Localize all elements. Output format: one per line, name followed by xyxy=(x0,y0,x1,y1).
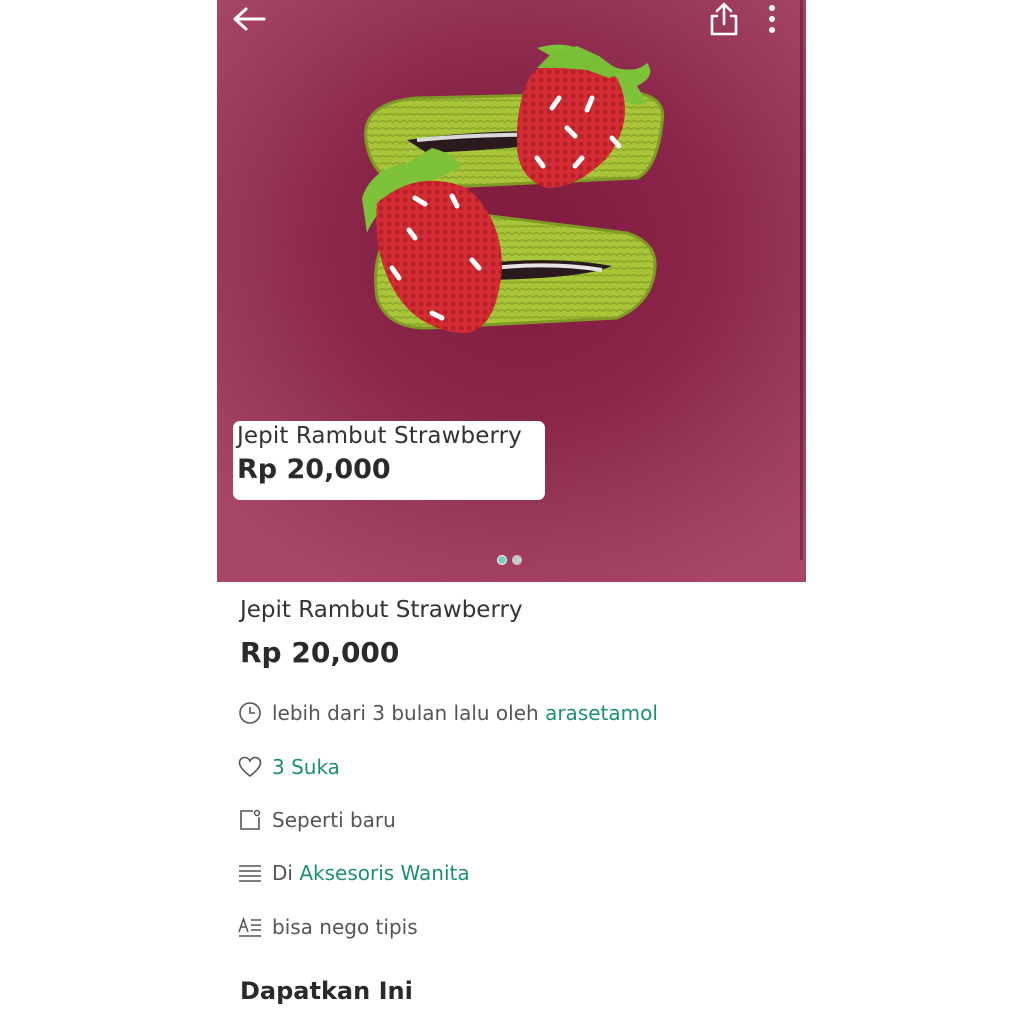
carousel-dot-active[interactable] xyxy=(497,555,507,565)
image-price: Rp 20,000 xyxy=(237,454,391,485)
note-row: bisa nego tipis xyxy=(237,914,418,940)
product-title: Jepit Rambut Strawberry xyxy=(240,597,523,623)
condition-row: Seperti baru xyxy=(237,807,396,833)
posted-info-row: lebih dari 3 bulan lalu oleh arasetamol xyxy=(237,700,658,726)
note-text: bisa nego tipis xyxy=(272,915,418,939)
clock-icon xyxy=(237,700,263,726)
more-options-button[interactable] xyxy=(757,0,787,38)
get-this-heading: Dapatkan Ini xyxy=(240,977,413,1005)
more-vertical-icon xyxy=(769,5,775,33)
carousel-indicator xyxy=(497,555,522,565)
share-button[interactable] xyxy=(704,0,744,38)
back-button[interactable] xyxy=(229,0,269,38)
product-photo xyxy=(362,44,665,333)
arrow-left-icon xyxy=(233,7,266,31)
product-image-carousel[interactable]: Jepit Rambut Strawberry Rp 20,000 xyxy=(217,0,806,582)
category-row: Di Aksesoris Wanita xyxy=(237,860,470,886)
heart-icon xyxy=(237,754,263,780)
image-title: Jepit Rambut Strawberry xyxy=(237,423,522,449)
product-screen: Jepit Rambut Strawberry Rp 20,000 Jepit … xyxy=(217,0,806,1024)
product-price: Rp 20,000 xyxy=(240,636,400,669)
seller-link[interactable]: arasetamol xyxy=(545,701,658,725)
condition-text: Seperti baru xyxy=(272,808,396,832)
posted-text: lebih dari 3 bulan lalu oleh xyxy=(272,701,539,725)
category-link[interactable]: Aksesoris Wanita xyxy=(299,861,469,885)
image-price-card: Jepit Rambut Strawberry Rp 20,000 xyxy=(233,421,545,500)
likes-count[interactable]: 3 Suka xyxy=(272,755,340,779)
carousel-dot[interactable] xyxy=(512,555,522,565)
text-format-icon xyxy=(237,914,263,940)
tag-icon xyxy=(237,807,263,833)
list-icon xyxy=(237,860,263,886)
scrollbar[interactable] xyxy=(800,0,803,560)
category-prefix: Di xyxy=(272,861,293,885)
likes-row[interactable]: 3 Suka xyxy=(237,754,340,780)
share-icon xyxy=(710,2,738,36)
